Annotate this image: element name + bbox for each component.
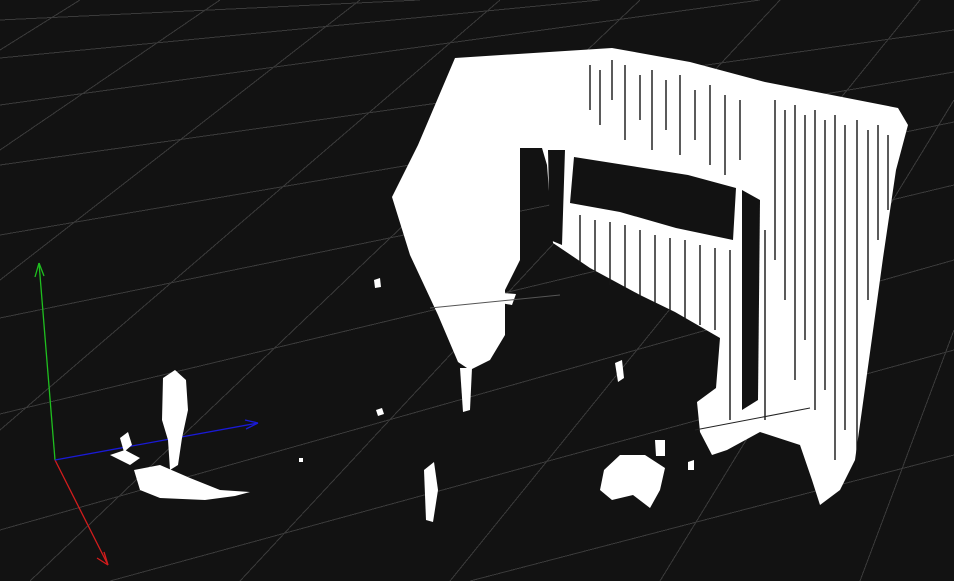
y-axis-arrow <box>34 262 56 461</box>
z-axis-arrow <box>54 419 259 461</box>
small-object-left <box>110 370 250 500</box>
floor-clutter <box>299 360 694 508</box>
point-cloud-viewport[interactable] <box>0 0 954 581</box>
coordinate-axes <box>34 262 259 566</box>
wall-structure <box>392 48 908 505</box>
scene-canvas[interactable] <box>0 0 954 581</box>
